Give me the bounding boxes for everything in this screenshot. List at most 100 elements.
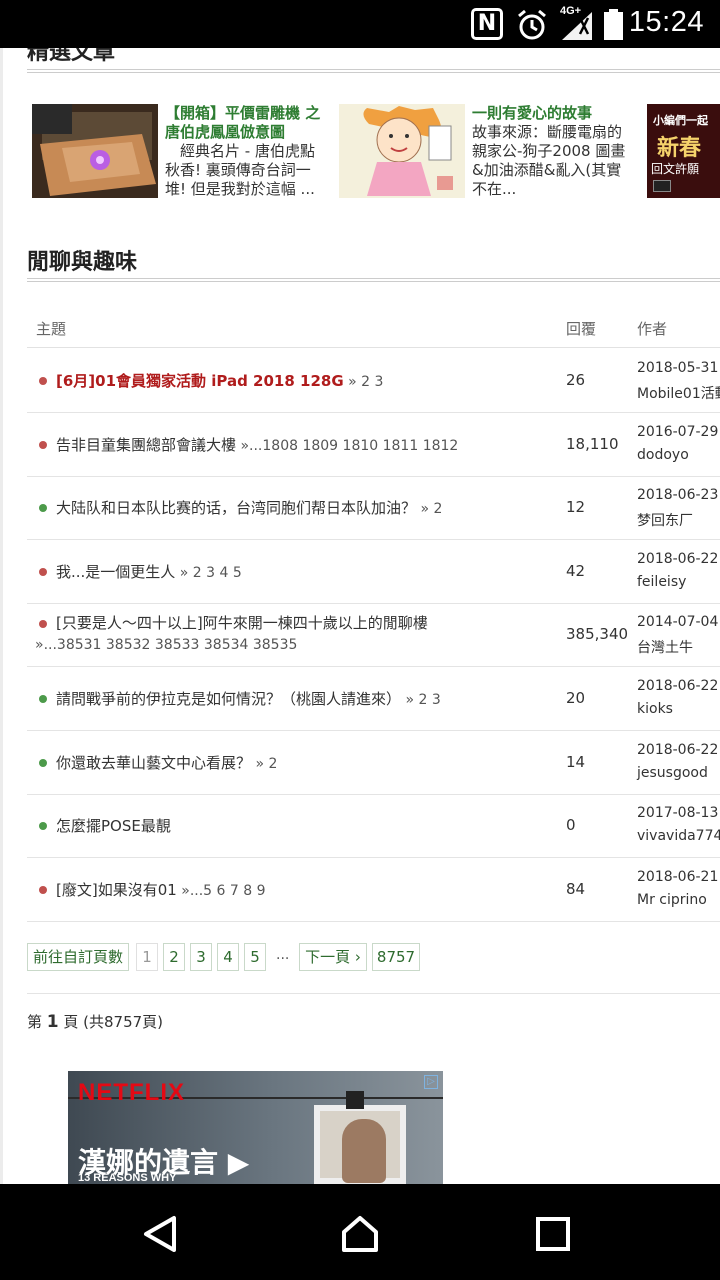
- author-name-link[interactable]: kioks: [637, 701, 673, 717]
- topic-title-text[interactable]: [廢文]如果沒有01: [56, 881, 177, 899]
- topic-title-text[interactable]: [只要是人～四十以上]阿牛來開一棟四十歲以上的閒聊樓: [56, 614, 428, 632]
- post-date: 2018-06-22 1: [637, 551, 720, 567]
- topic-page-links[interactable]: » 2 3: [401, 692, 440, 708]
- topic-title-link[interactable]: [廢文]如果沒有01 »...5 6 7 8 9: [56, 879, 266, 900]
- post-date: 2016-07-29 2: [637, 424, 720, 440]
- topic-title-text[interactable]: 請問戰爭前的伊拉克是如何情況？（桃園人請進來）: [56, 690, 401, 708]
- topic-title-link[interactable]: 告非目童集團總部會議大樓 »...1808 1809 1810 1811 181…: [56, 434, 458, 455]
- ad-subtitle: 13 REASONS WHY: [78, 1172, 177, 1184]
- topic-title-link[interactable]: [6月]01會員獨家活動 iPad 2018 128G » 2 3: [56, 370, 383, 391]
- page-info-prefix: 第: [27, 1013, 47, 1031]
- status-dot-hot-icon: [39, 568, 47, 576]
- topic-row[interactable]: [廢文]如果沒有01 »...5 6 7 8 9 84 2018-06-21 2 Mr…: [27, 858, 720, 922]
- status-dot-hot-icon: [39, 377, 47, 385]
- page-button-4[interactable]: 4: [217, 943, 239, 971]
- left-divider: [0, 48, 3, 1184]
- topic-title-text[interactable]: 怎麼擺POSE最靚: [56, 817, 171, 835]
- topic-title-link[interactable]: 大陆队和日本队比赛的话，台湾同胞们帮日本队加油？ » 2: [56, 497, 442, 518]
- featured-card-2[interactable]: 一則有愛心的故事 故事來源：斷腰電扇的親家公-狗子2008 圖畫&加油添醋&亂入…: [339, 104, 639, 204]
- post-date: 2018-06-22 2: [637, 742, 720, 758]
- post-date: 2018-06-22 2: [637, 678, 720, 694]
- next-page-button[interactable]: 下一頁 ›: [299, 943, 367, 971]
- topic-table-header: 主題 回覆 作者: [27, 310, 720, 348]
- reply-count: 12: [566, 498, 586, 516]
- featured-thumbnail-laser-engraver[interactable]: [32, 104, 158, 198]
- last-page-button[interactable]: 8757: [372, 943, 420, 971]
- topic-title-text[interactable]: 大陆队和日本队比赛的话，台湾同胞们帮日本队加油？: [56, 499, 416, 517]
- page-info: 第 1 頁 (共8757頁): [27, 1011, 163, 1032]
- topic-title-link[interactable]: 你還敢去華山藝文中心看展？ » 2: [56, 752, 277, 773]
- android-nav-bar: [0, 1184, 720, 1280]
- status-dot-new-icon: [39, 504, 47, 512]
- column-header-topic: 主題: [36, 320, 67, 338]
- topic-row[interactable]: 怎麼擺POSE最靚 0 2017-08-13 2 vivavida7749: [27, 794, 720, 858]
- topic-row[interactable]: 告非目童集團總部會議大樓 »...1808 1809 1810 1811 181…: [27, 413, 720, 477]
- author-name-link[interactable]: 台灣土牛: [637, 637, 693, 657]
- post-date: 2018-06-21 2: [637, 869, 720, 885]
- topic-title-link[interactable]: [只要是人～四十以上]阿牛來開一棟四十歲以上的閒聊樓: [56, 612, 428, 633]
- topic-title-text[interactable]: 我...是一個更生人: [56, 563, 175, 581]
- featured-thumbnail-newyear-event[interactable]: 小編們一起 新春 回文許願: [647, 104, 720, 198]
- post-date: 2018-06-23 1: [637, 487, 720, 503]
- reply-count: 20: [566, 689, 586, 707]
- page-button-2[interactable]: 2: [163, 943, 185, 971]
- author-name-link[interactable]: feileisy: [637, 574, 686, 590]
- topic-title-text[interactable]: 告非目童集團總部會議大樓: [56, 436, 236, 454]
- author-name-link[interactable]: dodoyo: [637, 447, 689, 463]
- topic-page-links[interactable]: » 2: [416, 501, 442, 517]
- alarm-icon: [518, 9, 546, 40]
- topic-row[interactable]: 我...是一個更生人 » 2 3 4 5 42 2018-06-22 1 feilei…: [27, 540, 720, 604]
- topic-title-link[interactable]: 我...是一個更生人 » 2 3 4 5: [56, 561, 242, 582]
- topic-title-text[interactable]: 你還敢去華山藝文中心看展？: [56, 754, 251, 772]
- author-name-link[interactable]: 梦回东厂: [637, 510, 693, 530]
- author-name-link[interactable]: vivavida7749: [637, 828, 720, 844]
- column-header-author: 作者: [637, 320, 668, 338]
- home-icon[interactable]: [340, 1214, 380, 1254]
- topic-row[interactable]: 你還敢去華山藝文中心看展？ » 2 14 2018-06-22 2 jesusgood: [27, 731, 720, 795]
- topic-row[interactable]: 請問戰爭前的伊拉克是如何情況？（桃園人請進來） » 2 3 20 2018-06-2…: [27, 667, 720, 731]
- page-button-1: 1: [136, 943, 158, 971]
- reply-count: 26: [566, 371, 586, 389]
- forum-section-rule: [27, 278, 720, 282]
- featured-title-2[interactable]: 一則有愛心的故事: [472, 104, 632, 123]
- featured-title-1[interactable]: 【開箱】平價雷雕機 之唐伯虎鳳凰倣意圖: [165, 104, 325, 142]
- reply-count: 385,340: [566, 625, 629, 643]
- netflix-ad-banner[interactable]: ▷ NETFLIX 漢娜的遺言 ▶ 13 REASONS WHY: [68, 1071, 443, 1184]
- page-button-3[interactable]: 3: [190, 943, 212, 971]
- binder-clip-icon: [346, 1091, 364, 1109]
- topic-page-links[interactable]: »...5 6 7 8 9: [177, 883, 265, 899]
- reply-count: 84: [566, 880, 586, 898]
- recents-icon[interactable]: [533, 1214, 573, 1254]
- topic-page-links[interactable]: » 2 3 4 5: [175, 565, 242, 581]
- post-date: 2018-05-31 1: [637, 360, 720, 376]
- topic-title-link[interactable]: 請問戰爭前的伊拉克是如何情況？（桃園人請進來） » 2 3: [56, 688, 441, 709]
- author-name-link[interactable]: Mobile01活動: [637, 383, 720, 403]
- author-name-link[interactable]: Mr ciprino: [637, 892, 707, 908]
- topic-row[interactable]: [只要是人～四十以上]阿牛來開一棟四十歲以上的閒聊樓 »...38531 3853…: [27, 603, 720, 667]
- featured-thumbnail-drawing[interactable]: [339, 104, 465, 198]
- status-bar: N 4G+ 15:24: [0, 0, 720, 48]
- featured-desc-1: 經典名片 - 唐伯虎點秋香! 裏頭傳奇台詞一堆! 但是我對於這幅 ...: [165, 142, 315, 198]
- topic-page-links[interactable]: » 2: [251, 756, 277, 772]
- featured-card-3[interactable]: 小編們一起 新春 回文許願: [647, 104, 720, 204]
- topic-row[interactable]: [6月]01會員獨家活動 iPad 2018 128G » 2 3 26 2018-…: [27, 349, 720, 413]
- featured-section-title: 精選文章: [27, 48, 116, 65]
- back-icon[interactable]: [140, 1214, 180, 1254]
- signal-icon: [562, 12, 592, 40]
- goto-page-button[interactable]: 前往自訂頁數: [27, 943, 129, 971]
- page-button-5[interactable]: 5: [244, 943, 266, 971]
- featured-desc-2: 故事來源：斷腰電扇的親家公-狗子2008 圖畫&加油添醋&亂入(其實不在...: [472, 123, 626, 198]
- topic-title-text[interactable]: [6月]01會員獨家活動 iPad 2018 128G: [56, 372, 344, 390]
- featured-card-1[interactable]: 【開箱】平價雷雕機 之唐伯虎鳳凰倣意圖 經典名片 - 唐伯虎點秋香! 裏頭傳奇台…: [32, 104, 332, 204]
- author-name-link[interactable]: jesusgood: [637, 765, 708, 781]
- topic-page-links[interactable]: »...38531 38532 38533 38534 38535: [35, 637, 297, 653]
- reply-count: 14: [566, 753, 586, 771]
- topic-title-link[interactable]: 怎麼擺POSE最靚: [56, 815, 171, 836]
- topic-page-links[interactable]: »...1808 1809 1810 1811 1812: [236, 438, 458, 454]
- topic-page-links[interactable]: » 2 3: [344, 374, 383, 390]
- adchoices-icon[interactable]: ▷: [424, 1075, 438, 1089]
- reply-count: 0: [566, 816, 576, 834]
- status-dot-new-icon: [39, 695, 47, 703]
- pagination-ellipsis: ...: [276, 947, 290, 963]
- topic-row[interactable]: 大陆队和日本队比赛的话，台湾同胞们帮日本队加油？ » 2 12 2018-06-23…: [27, 476, 720, 540]
